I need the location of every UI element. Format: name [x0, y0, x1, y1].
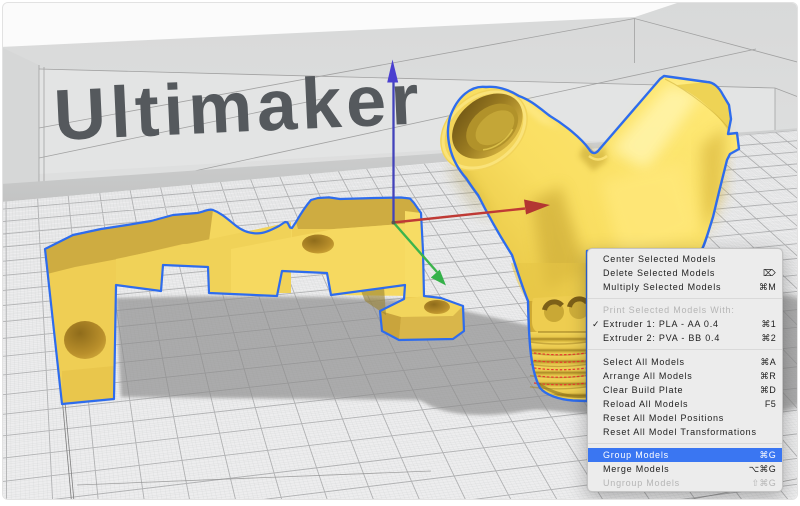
svg-text:Ultimaker: Ultimaker [52, 59, 425, 156]
